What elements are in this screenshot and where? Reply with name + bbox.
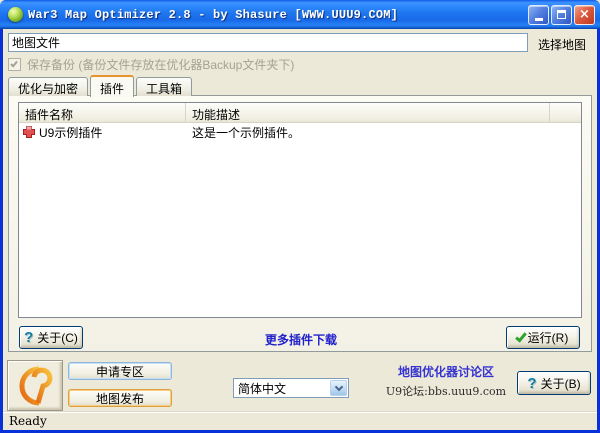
plugins-tab-panel: 插件名称 功能描述 U9示例插件 这是一个示例插件。 ? 关于(C) 更多插件下… bbox=[8, 95, 592, 352]
u9-logo-button[interactable] bbox=[7, 360, 63, 411]
question-icon: ? bbox=[527, 374, 537, 392]
backup-checkbox-row: 保存备份 (备份文件存放在优化器Backup文件夹下) bbox=[8, 56, 294, 73]
plugin-list[interactable]: 插件名称 功能描述 U9示例插件 这是一个示例插件。 bbox=[18, 102, 582, 318]
run-label: 运行(R) bbox=[527, 331, 569, 345]
checkmark-icon bbox=[10, 59, 18, 68]
app-window: War3 Map Optimizer 2.8 - by Shasure [WWW… bbox=[0, 0, 600, 433]
about-label: 关于(B) bbox=[540, 376, 581, 391]
backup-checkbox[interactable] bbox=[8, 58, 21, 71]
chevron-down-icon bbox=[334, 382, 343, 391]
map-publish-button[interactable]: 地图发布 bbox=[68, 389, 172, 407]
forum-link[interactable]: 地图优化器讨论区 bbox=[381, 363, 511, 380]
tab-strip: 优化与加密 插件 工具箱 bbox=[8, 74, 194, 97]
client-area: 选择地图 保存备份 (备份文件存放在优化器Backup文件夹下) 优化与加密 插… bbox=[3, 29, 597, 430]
plugin-list-row[interactable]: U9示例插件 这是一个示例插件。 bbox=[19, 123, 581, 141]
map-file-input[interactable] bbox=[8, 33, 528, 52]
dropdown-button[interactable] bbox=[330, 380, 347, 396]
column-header-plugin-name[interactable]: 插件名称 bbox=[19, 103, 186, 122]
backup-checkbox-label: 保存备份 (备份文件存放在优化器Backup文件夹下) bbox=[27, 58, 295, 72]
select-map-link[interactable]: 选择地图 bbox=[538, 36, 594, 53]
forum-address: U9论坛:bbs.uuu9.com bbox=[385, 385, 507, 398]
column-header-description[interactable]: 功能描述 bbox=[186, 103, 550, 122]
status-bar: Ready bbox=[3, 411, 597, 430]
language-value: 简体中文 bbox=[238, 381, 287, 396]
close-icon: × bbox=[579, 7, 590, 22]
close-button[interactable]: × bbox=[574, 4, 595, 25]
title-bar: War3 Map Optimizer 2.8 - by Shasure [WWW… bbox=[0, 0, 600, 29]
check-icon bbox=[514, 329, 527, 343]
status-text: Ready bbox=[9, 414, 47, 428]
plugin-list-header: 插件名称 功能描述 bbox=[19, 103, 581, 123]
window-controls: × bbox=[528, 4, 595, 25]
tab-plugins[interactable]: 插件 bbox=[90, 75, 135, 97]
plugin-description: 这是一个示例插件。 bbox=[192, 125, 301, 140]
forum-links: 地图优化器讨论区 U9论坛:bbs.uuu9.com bbox=[381, 363, 511, 399]
language-select[interactable]: 简体中文 bbox=[233, 378, 349, 398]
column-header-empty bbox=[550, 103, 581, 122]
red-plus-plugin-icon bbox=[23, 126, 35, 138]
maximize-icon bbox=[557, 10, 566, 19]
maximize-button[interactable] bbox=[551, 4, 572, 25]
plugin-name: U9示例插件 bbox=[39, 125, 103, 140]
tab-optimize-encrypt[interactable]: 优化与加密 bbox=[8, 77, 89, 96]
apply-zone-label: 申请专区 bbox=[95, 364, 144, 379]
about-button[interactable]: ? 关于(B) bbox=[517, 371, 591, 395]
apply-zone-button[interactable]: 申请专区 bbox=[68, 362, 172, 380]
u9-logo-icon bbox=[19, 366, 53, 405]
minimize-button[interactable] bbox=[528, 4, 549, 25]
minimize-icon bbox=[534, 17, 543, 21]
app-icon bbox=[8, 7, 23, 22]
tab-toolbox[interactable]: 工具箱 bbox=[136, 77, 193, 96]
window-title: War3 Map Optimizer 2.8 - by Shasure [WWW… bbox=[28, 7, 399, 22]
run-button[interactable]: 运行(R) bbox=[506, 326, 580, 349]
map-publish-label: 地图发布 bbox=[95, 391, 144, 406]
